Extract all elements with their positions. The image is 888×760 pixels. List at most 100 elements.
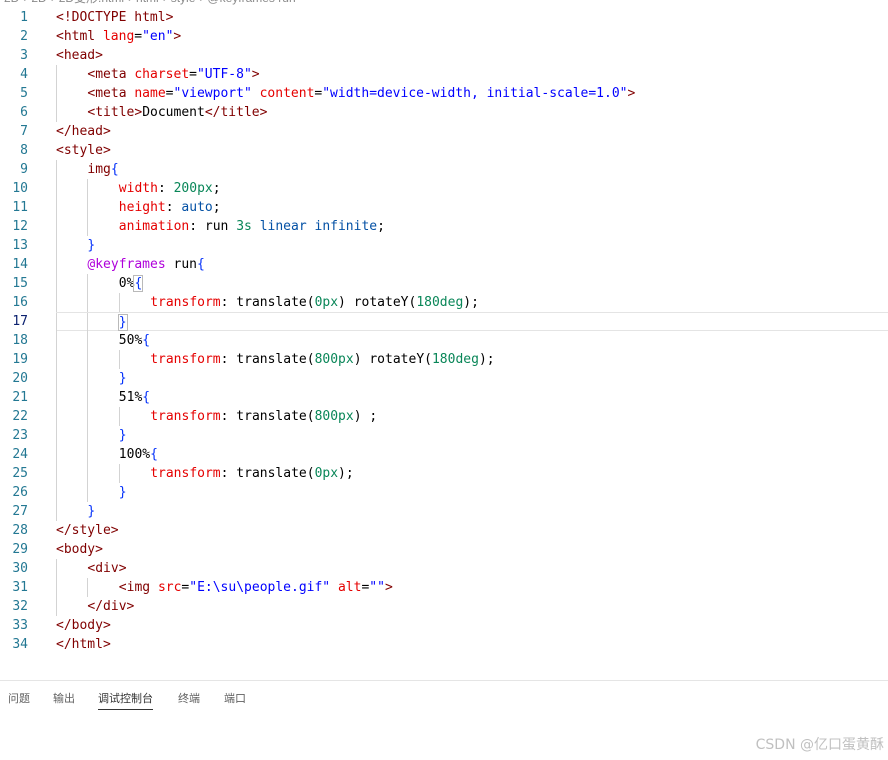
breadcrumb-item[interactable]: 2D	[31, 0, 46, 5]
code-line[interactable]: 26}	[0, 483, 888, 502]
code-text: height: auto;	[119, 198, 221, 217]
code-area[interactable]: </head>	[56, 122, 888, 141]
code-token: transform	[150, 352, 221, 367]
line-number: 12	[12, 219, 28, 234]
code-area[interactable]: <img src="E:\su\people.gif" alt="">	[56, 578, 888, 597]
code-line[interactable]: 33 </body>	[0, 616, 888, 635]
panel-tab[interactable]: 终端	[178, 691, 200, 707]
code-token: </title>	[204, 105, 268, 120]
code-area[interactable]: <div>	[56, 559, 888, 578]
code-area[interactable]: <style>	[56, 141, 888, 160]
code-area[interactable]: </div>	[56, 597, 888, 616]
code-area[interactable]: @keyframes run{	[56, 255, 888, 274]
indent-guide	[56, 103, 57, 122]
code-line[interactable]: 9 img{	[0, 160, 888, 179]
code-line[interactable]: 7 </head>	[0, 122, 888, 141]
panel-tab[interactable]: 端口	[224, 691, 246, 707]
code-line[interactable]: 30 <div>	[0, 559, 888, 578]
code-area[interactable]: <!DOCTYPE html>	[56, 8, 888, 27]
code-area[interactable]: </html>	[56, 635, 888, 654]
code-area[interactable]: </style>	[56, 521, 888, 540]
code-line[interactable]: 19 transform: translate(800px) rotateY(18…	[0, 350, 888, 369]
code-area[interactable]: <body>	[56, 540, 888, 559]
breadcrumb-item[interactable]: style	[171, 0, 196, 5]
code-line[interactable]: 12 animation: run 3s linear infinite;	[0, 217, 888, 236]
code-area[interactable]: }	[56, 502, 888, 521]
indent-guide	[87, 407, 89, 426]
code-line[interactable]: 2 <html lang="en">	[0, 27, 888, 46]
code-token: : translate(	[220, 409, 315, 424]
code-area[interactable]: transform: translate(0px);	[56, 464, 888, 483]
indent-guide	[87, 217, 89, 236]
code-line[interactable]: 31 <img src="E:\su\people.gif" alt="">	[0, 578, 888, 597]
code-area[interactable]: }	[56, 426, 888, 445]
code-line[interactable]: 20}	[0, 369, 888, 388]
code-line[interactable]: 28 </style>	[0, 521, 888, 540]
code-area[interactable]: }	[56, 312, 888, 332]
code-line[interactable]: 18 50%{	[0, 331, 888, 350]
code-area[interactable]: width: 200px;	[56, 179, 888, 198]
breadcrumb-item[interactable]: html	[136, 0, 159, 5]
panel-tab[interactable]: 输出	[53, 691, 75, 707]
code-area[interactable]: 0%{	[56, 274, 888, 293]
indent-guide	[87, 578, 89, 597]
panel-tab[interactable]: 调试控制台	[98, 691, 153, 710]
code-area[interactable]: }	[56, 369, 888, 388]
code-line[interactable]: 27}	[0, 502, 888, 521]
code-area[interactable]: 50%{	[56, 331, 888, 350]
code-area[interactable]: transform: translate(0px) rotateY(180deg…	[56, 293, 888, 312]
code-area[interactable]: <head>	[56, 46, 888, 65]
code-area[interactable]: }	[56, 483, 888, 502]
code-area[interactable]: 100%{	[56, 445, 888, 464]
code-area[interactable]: <title>Document</title>	[56, 103, 888, 122]
panel-tab[interactable]: 问题	[8, 691, 30, 707]
code-line[interactable]: 5 <meta name="viewport" content="width=de…	[0, 84, 888, 103]
code-line[interactable]: 6 <title>Document</title>	[0, 103, 888, 122]
line-number: 2	[20, 29, 28, 44]
code-line[interactable]: 16 transform: translate(0px) rotateY(180d…	[0, 293, 888, 312]
code-line[interactable]: 13}	[0, 236, 888, 255]
code-line[interactable]: 22 transform: translate(800px) ;	[0, 407, 888, 426]
code-line[interactable]: 34 </html>	[0, 635, 888, 654]
code-area[interactable]: transform: translate(800px) ;	[56, 407, 888, 426]
code-line[interactable]: 4 <meta charset="UTF-8">	[0, 65, 888, 84]
code-line[interactable]: 1 <!DOCTYPE html>	[0, 8, 888, 27]
code-line[interactable]: 14 @keyframes run{	[0, 255, 888, 274]
code-editor[interactable]: 1 <!DOCTYPE html> 2 <html lang="en"> 3 <head>…	[0, 8, 888, 654]
code-area[interactable]: <html lang="en">	[56, 27, 888, 46]
line-number: 19	[12, 352, 28, 367]
code-line[interactable]: 25 transform: translate(0px);	[0, 464, 888, 483]
code-area[interactable]: transform: translate(800px) rotateY(180d…	[56, 350, 888, 369]
code-line[interactable]: 15 0%{	[0, 274, 888, 293]
code-area[interactable]: <meta name="viewport" content="width=dev…	[56, 84, 888, 103]
code-area[interactable]: }	[56, 236, 888, 255]
code-area[interactable]: img{	[56, 160, 888, 179]
indent-guide	[56, 369, 57, 388]
code-line[interactable]: 24 100%{	[0, 445, 888, 464]
code-area[interactable]: animation: run 3s linear infinite;	[56, 217, 888, 236]
code-line[interactable]: 3 <head>	[0, 46, 888, 65]
code-area[interactable]: height: auto;	[56, 198, 888, 217]
code-token: : run	[189, 219, 237, 234]
code-area[interactable]: </body>	[56, 616, 888, 635]
indent-guide	[56, 407, 57, 426]
code-line[interactable]: 17}	[0, 312, 888, 332]
code-line[interactable]: 11 height: auto;	[0, 198, 888, 217]
indent-guide	[56, 293, 57, 312]
code-line[interactable]: 32 </div>	[0, 597, 888, 616]
indent-guide	[56, 255, 57, 274]
breadcrumb-item[interactable]: @keyframes run	[207, 0, 295, 5]
code-line[interactable]: 21 51%{	[0, 388, 888, 407]
breadcrumb[interactable]: 2D›2D›2D变形.html›html›style›@keyframes ru…	[0, 0, 888, 6]
code-area[interactable]: <meta charset="UTF-8">	[56, 65, 888, 84]
code-area[interactable]: 51%{	[56, 388, 888, 407]
code-token: :	[165, 200, 182, 215]
breadcrumb-item[interactable]: 2D变形.html	[59, 0, 124, 5]
indent-guide	[56, 331, 57, 350]
code-line[interactable]: 23}	[0, 426, 888, 445]
breadcrumb-item[interactable]: 2D	[4, 0, 19, 5]
code-line[interactable]: 8 <style>	[0, 141, 888, 160]
code-line[interactable]: 29 <body>	[0, 540, 888, 559]
code-line[interactable]: 10 width: 200px;	[0, 179, 888, 198]
